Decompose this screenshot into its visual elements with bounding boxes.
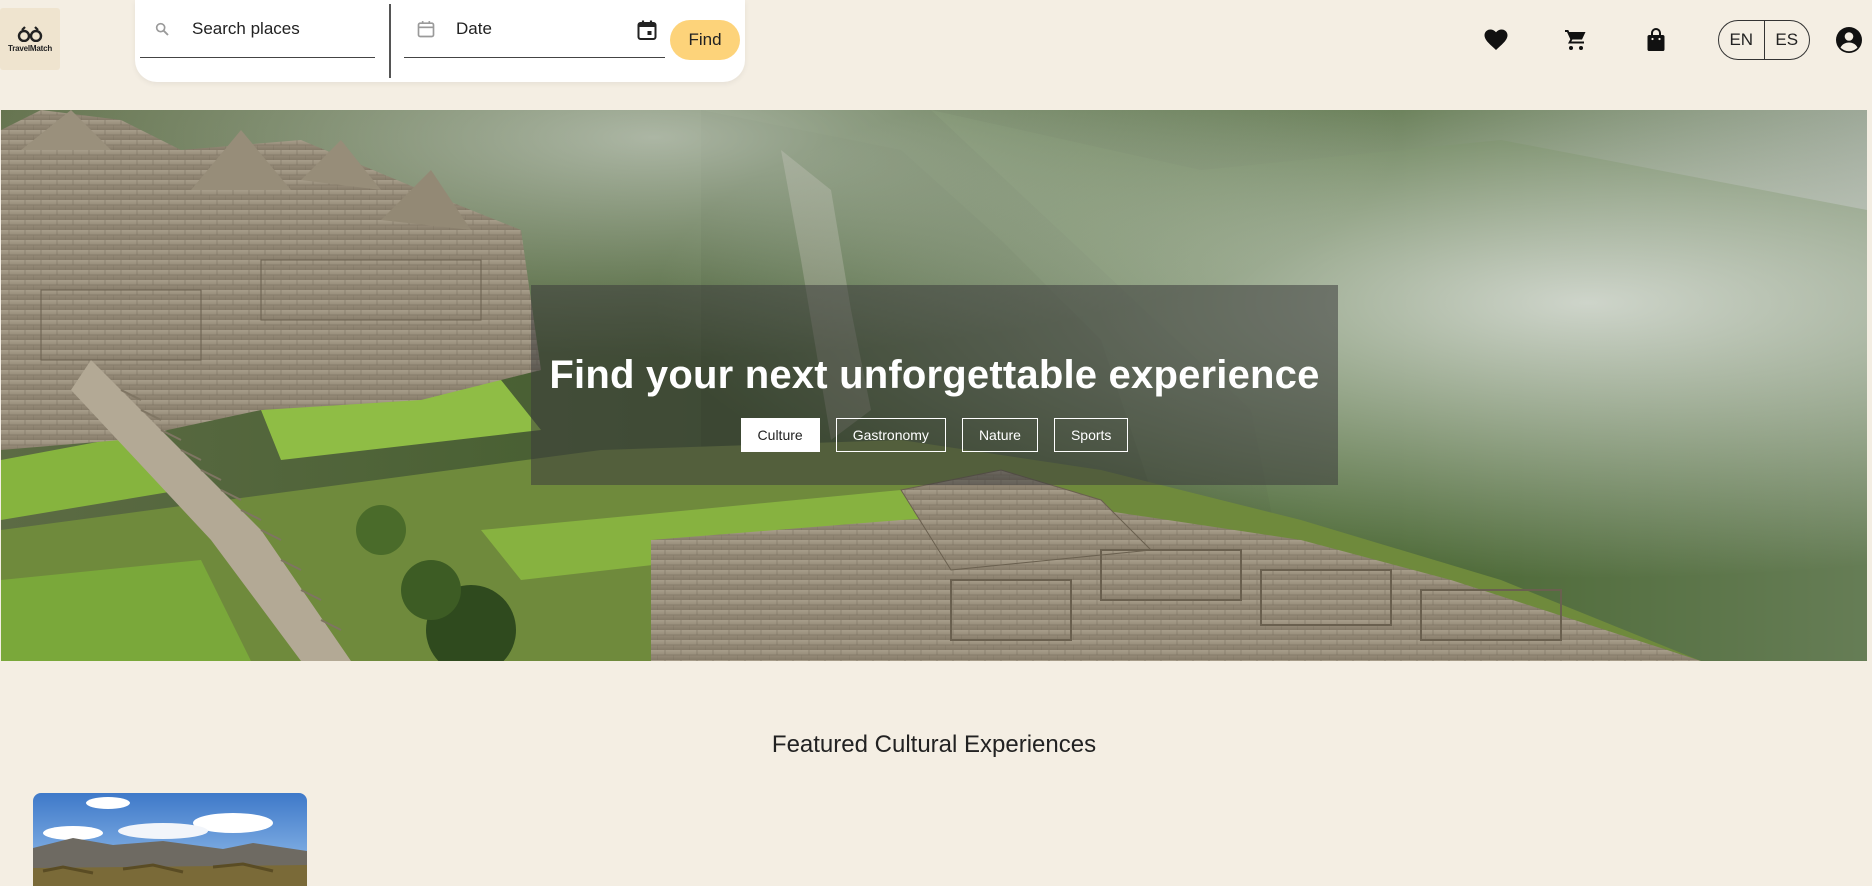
- heart-icon[interactable]: [1482, 26, 1510, 54]
- experience-card-image: [33, 793, 307, 886]
- search-divider: [389, 4, 391, 78]
- experience-card[interactable]: [33, 793, 307, 886]
- shopping-bag-icon[interactable]: [1642, 26, 1670, 54]
- search-bar: Find: [135, 0, 745, 82]
- brand-logo[interactable]: TravelMatch: [0, 8, 60, 70]
- calendar-icon[interactable]: [635, 18, 659, 42]
- search-places-input[interactable]: [192, 18, 342, 39]
- category-chips: Culture Gastronomy Nature Sports: [740, 418, 1129, 452]
- category-chip-nature[interactable]: Nature: [961, 418, 1038, 452]
- cart-icon[interactable]: [1562, 26, 1590, 54]
- language-es-button[interactable]: ES: [1765, 21, 1810, 59]
- logo-text: TravelMatch: [7, 43, 53, 53]
- category-chip-gastronomy[interactable]: Gastronomy: [835, 418, 946, 452]
- binoculars-icon: [17, 25, 43, 42]
- hero-overlay: Find your next unforgettable experience …: [531, 285, 1338, 485]
- hero-title: Find your next unforgettable experience: [549, 353, 1320, 397]
- search-places-field[interactable]: [140, 0, 375, 58]
- hero-banner: Find your next unforgettable experience …: [1, 110, 1867, 661]
- language-en-button[interactable]: EN: [1719, 21, 1765, 59]
- search-icon: [152, 19, 172, 39]
- find-button[interactable]: Find: [670, 20, 740, 60]
- language-toggle: EN ES: [1718, 20, 1810, 60]
- date-input[interactable]: [456, 18, 606, 39]
- calendar-outline-icon: [416, 19, 436, 39]
- account-icon[interactable]: [1835, 26, 1863, 54]
- date-field[interactable]: [404, 0, 665, 58]
- featured-section-title: Featured Cultural Experiences: [771, 731, 1097, 758]
- category-chip-culture[interactable]: Culture: [740, 418, 820, 452]
- category-chip-sports[interactable]: Sports: [1053, 418, 1129, 452]
